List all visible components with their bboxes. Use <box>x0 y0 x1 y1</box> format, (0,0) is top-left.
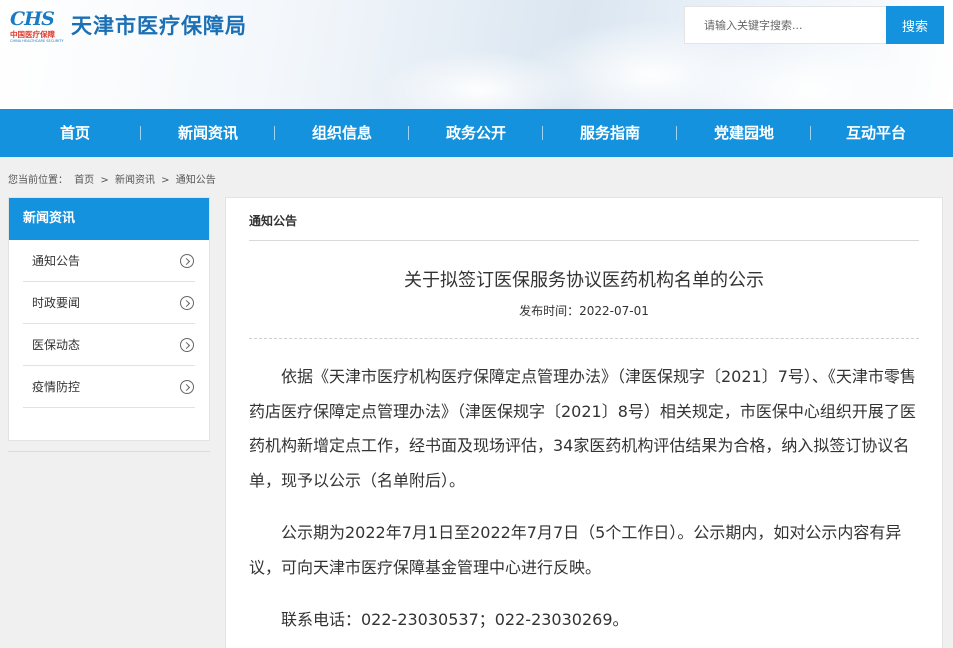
breadcrumb-current: 通知公告 <box>175 175 216 186</box>
breadcrumb-home[interactable]: 首页 <box>74 175 94 186</box>
site-title[interactable]: 天津市医疗保障局 <box>71 10 247 40</box>
article-paragraph: 联系电话：022-23030537；022-23030269。 <box>281 610 629 629</box>
article-panel: 通知公告 关于拟签订医保服务协议医药机构名单的公示 发布时间：2022-07-0… <box>225 197 943 648</box>
chevron-circle-right-icon <box>180 338 194 352</box>
main-nav: 首页 新闻资讯 组织信息 政务公开 服务指南 党建园地 互动平台 <box>0 109 953 157</box>
nav-separator <box>140 126 141 140</box>
nav-separator <box>676 126 677 140</box>
site-header: CHS 中国医疗保障 CHINA HEALTHCARE SECURITY 天津市… <box>0 0 953 109</box>
nav-item-news[interactable]: 新闻资讯 <box>160 109 256 157</box>
sidebar-item-label: 时政要闻 <box>32 296 81 310</box>
search-button[interactable]: 搜索 <box>886 6 944 44</box>
breadcrumb: 您当前位置： 首页 > 新闻资讯 > 通知公告 <box>8 171 219 186</box>
sidebar-item-insurance-news[interactable]: 医保动态 <box>23 324 195 366</box>
logo-english-text: CHINA HEALTHCARE SECURITY <box>10 39 64 43</box>
breadcrumb-separator: > <box>100 175 109 186</box>
sidebar-item-current-affairs[interactable]: 时政要闻 <box>23 282 195 324</box>
article-paragraph: 依据《天津市医疗机构医疗保障定点管理办法》（津医保规字〔2021〕7号）、《天津… <box>249 367 916 490</box>
sidebar-item-label: 医保动态 <box>32 338 81 352</box>
nav-separator <box>542 126 543 140</box>
nav-item-organization[interactable]: 组织信息 <box>294 109 390 157</box>
sidebar-item-label: 通知公告 <box>32 254 81 268</box>
sidebar: 新闻资讯 通知公告 时政要闻 医保动态 疫情防控 <box>8 197 210 441</box>
search-box <box>684 6 886 44</box>
search-input[interactable] <box>685 7 886 43</box>
nav-separator <box>810 126 811 140</box>
nav-item-government-affairs[interactable]: 政务公开 <box>428 109 524 157</box>
nav-item-service-guide[interactable]: 服务指南 <box>562 109 658 157</box>
nav-separator <box>274 126 275 140</box>
sidebar-divider <box>8 451 210 452</box>
chevron-circle-right-icon <box>180 380 194 394</box>
nav-item-home[interactable]: 首页 <box>34 109 116 157</box>
article-date: 发布时间：2022-07-01 <box>519 304 649 318</box>
section-divider <box>249 240 919 241</box>
sidebar-item-label: 疫情防控 <box>32 380 81 394</box>
chevron-circle-right-icon <box>180 254 194 268</box>
article-title: 关于拟签订医保服务协议医药机构名单的公示 <box>404 270 764 291</box>
nav-item-interaction[interactable]: 互动平台 <box>828 109 924 157</box>
nav-item-party-building[interactable]: 党建园地 <box>696 109 792 157</box>
sidebar-title: 新闻资讯 <box>9 198 209 240</box>
logo-mark: CHS <box>10 8 55 30</box>
nav-separator <box>408 126 409 140</box>
sidebar-item-notices[interactable]: 通知公告 <box>23 240 195 282</box>
breadcrumb-separator: > <box>161 175 170 186</box>
article-divider <box>249 338 919 339</box>
breadcrumb-news[interactable]: 新闻资讯 <box>115 175 155 186</box>
breadcrumb-prefix: 您当前位置： <box>8 175 68 186</box>
sidebar-item-epidemic-control[interactable]: 疫情防控 <box>23 366 195 408</box>
chevron-circle-right-icon <box>180 296 194 310</box>
site-logo[interactable]: CHS 中国医疗保障 CHINA HEALTHCARE SECURITY <box>10 8 65 43</box>
article-paragraph: 公示期为2022年7月1日至2022年7月7日（5个工作日）。公示期内，如对公示… <box>249 523 902 577</box>
section-title: 通知公告 <box>249 214 298 228</box>
